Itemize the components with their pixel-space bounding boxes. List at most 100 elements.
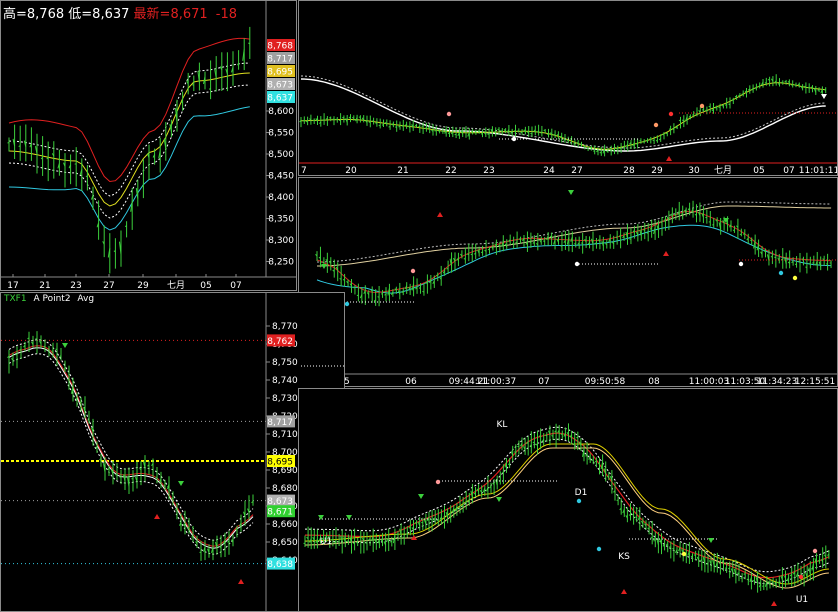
inner-band-lower — [8, 84, 250, 219]
latest-label: 最新 — [133, 7, 160, 22]
price-bar — [124, 225, 127, 227]
price-bar — [802, 574, 805, 577]
price-bar — [235, 528, 238, 531]
price-tag-label: 8,637 — [267, 94, 293, 104]
price-bar — [612, 149, 615, 152]
inner-band-upper — [8, 62, 250, 197]
chart-panel-top-right[interactable]: 7 20 21 22 23 24 27 28 29 30 七月 05 07 11:01:11 — [298, 0, 838, 176]
signal-triangle — [238, 579, 244, 584]
price-chart-bottom-left[interactable]: 8,7708,7608,7508,7408,7308,7208,7108,700… — [1, 293, 344, 611]
x-tick-label: 27 — [103, 281, 114, 290]
signal-label: KS — [618, 552, 630, 562]
ma-white-line — [8, 347, 254, 549]
price-bar — [738, 94, 741, 97]
price-bar — [721, 104, 724, 107]
chart-panel-top-left[interactable]: 高=8,768 低=8,637 最新=8,671 -18 8,600 8,550 8… — [0, 0, 297, 291]
price-bar — [46, 157, 49, 160]
symbol-label: TXF1 — [4, 294, 27, 304]
signal-dot — [778, 270, 784, 276]
price-bar — [493, 130, 496, 133]
signal-triangle — [708, 538, 714, 543]
price-bar — [436, 519, 439, 522]
price-bar — [378, 124, 381, 127]
price-chart-bottom-right[interactable]: KL D1 KS U1 U1 — [299, 389, 837, 611]
price-bar — [718, 562, 721, 565]
x-tick-label: 七月 — [167, 280, 185, 290]
x-tick-label: 17 — [7, 281, 18, 290]
price-tag-label: 8,695 — [267, 68, 293, 78]
x-tick-label: 11:01:11 — [799, 166, 837, 175]
x-tick-label: 七月 — [714, 165, 732, 175]
study-mode-label: Avg — [77, 294, 95, 304]
price-bar — [377, 296, 380, 298]
price-tag-label: 8,717 — [267, 418, 293, 428]
price-chart-top-right[interactable]: 7 20 21 22 23 24 27 28 29 30 七月 05 07 11:01:11 — [299, 1, 837, 175]
price-bar — [634, 516, 637, 519]
signal-triangle — [437, 212, 443, 217]
high-value: =8,768 — [16, 7, 65, 22]
x-tick-label: 09:50:58 — [585, 377, 626, 386]
x-tick-label: 07 — [230, 281, 241, 290]
ma-cyan-line — [316, 224, 832, 294]
signal-triangle — [663, 251, 669, 256]
signal-dot — [812, 548, 818, 554]
x-tick-label: 20 — [345, 166, 357, 175]
price-bar — [474, 131, 477, 133]
y-tick-label: 8,690 — [272, 466, 298, 476]
x-tick-label: 30 — [688, 166, 700, 175]
signal-dot — [653, 122, 659, 128]
price-bar — [589, 146, 592, 149]
price-bar — [414, 124, 417, 127]
x-tick-label: 28 — [623, 166, 635, 175]
signal-triangle — [771, 601, 777, 606]
signal-triangle — [418, 494, 424, 499]
signal-triangle — [496, 497, 502, 502]
price-bar — [447, 132, 450, 135]
price-bar — [672, 547, 675, 550]
price-tag-label: 8,717 — [267, 55, 293, 65]
upper-band-line — [8, 37, 250, 183]
price-chart-middle-right[interactable]: 8050609:44:2111:00:370709:50:580811:00:0… — [299, 178, 837, 386]
ma-red-line — [8, 345, 254, 547]
price-bar — [805, 266, 808, 268]
x-tick-label: 23 — [483, 166, 494, 175]
y-tick-label: 8,250 — [268, 258, 294, 268]
price-bar — [668, 128, 671, 130]
price-bar — [115, 473, 118, 476]
price-bar — [487, 248, 490, 251]
price-bar — [437, 130, 440, 132]
signal-dot — [798, 574, 804, 580]
price-bar — [538, 435, 541, 437]
price-bar — [373, 299, 376, 302]
price-tag-label: 8,638 — [267, 560, 293, 570]
signal-triangle — [821, 94, 827, 99]
latest-value: =8,671 — [159, 7, 208, 22]
y-tick-label: 8,750 — [272, 358, 298, 368]
price-bar — [774, 256, 777, 259]
y-tick-label: 8,500 — [268, 150, 294, 160]
price-bar — [573, 142, 576, 145]
price-bar — [335, 118, 338, 121]
price-bar — [498, 244, 501, 247]
price-bar — [467, 253, 469, 256]
price-bar — [302, 119, 305, 122]
mid-line — [8, 72, 250, 207]
signal-triangle — [321, 264, 327, 269]
signal-dot — [738, 261, 744, 267]
chart-panel-bottom-right[interactable]: KL D1 KS U1 U1 — [298, 388, 838, 612]
price-bar — [79, 401, 82, 404]
chart-panel-bottom-left[interactable]: TXF1 A Point2 Avg 8,7708,7608,7508,7408,… — [0, 292, 345, 612]
price-bar — [777, 581, 780, 584]
signal-label: D1 — [575, 488, 588, 498]
signal-triangle — [154, 514, 160, 519]
price-bar — [436, 274, 438, 277]
price-tag-label: 8,671 — [267, 508, 293, 518]
x-tick-label: 11:34:23 — [757, 377, 797, 386]
chart-panel-middle-right[interactable]: 8050609:44:2111:00:370709:50:580811:00:0… — [298, 177, 838, 387]
signal-dot — [681, 551, 687, 557]
price-chart-top-left[interactable]: 8,600 8,550 8,500 8,450 8,400 8,350 8,300 8,250… — [1, 1, 296, 290]
price-bar — [672, 128, 675, 130]
price-bar — [748, 88, 751, 91]
price-bar — [449, 515, 451, 517]
low-value: =8,637 — [81, 7, 130, 22]
